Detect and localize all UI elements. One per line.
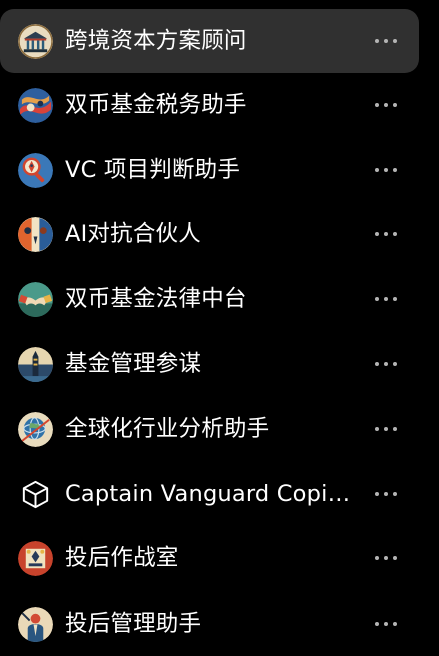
war-room-avatar-icon bbox=[18, 540, 53, 576]
more-options-icon[interactable] bbox=[374, 482, 398, 506]
list-item-label: 基金管理参谋 bbox=[65, 351, 202, 377]
list-item-dual-currency-legal[interactable]: 双币基金法律中台 bbox=[0, 267, 419, 331]
more-options-icon[interactable] bbox=[374, 93, 398, 117]
list-item-label: 跨境资本方案顾问 bbox=[65, 28, 247, 54]
figure-avatar-icon bbox=[18, 606, 53, 642]
more-options-icon[interactable] bbox=[374, 29, 398, 53]
more-options-icon[interactable] bbox=[374, 222, 398, 246]
list-item-label: AI对抗合伙人 bbox=[65, 221, 201, 247]
bank-building-avatar-icon bbox=[18, 23, 53, 59]
list-item-label: 双币基金法律中台 bbox=[65, 286, 247, 312]
more-options-icon[interactable] bbox=[374, 352, 398, 376]
list-item-vc-judgment[interactable]: VC 项目判断助手 bbox=[0, 138, 419, 202]
more-options-icon[interactable] bbox=[374, 417, 398, 441]
two-figures-avatar-icon bbox=[18, 216, 53, 252]
rocket-magnifier-avatar-icon bbox=[18, 152, 53, 188]
list-item-label: 投后作战室 bbox=[65, 545, 179, 571]
list-item-label: 全球化行业分析助手 bbox=[65, 416, 270, 442]
list-item-cross-border-capital[interactable]: 跨境资本方案顾问 bbox=[0, 9, 419, 73]
list-item-global-industry-analysis[interactable]: 全球化行业分析助手 bbox=[0, 397, 419, 461]
list-item-post-investment-war-room[interactable]: 投后作战室 bbox=[0, 526, 419, 590]
list-item-label: VC 项目判断助手 bbox=[65, 157, 241, 183]
more-options-icon[interactable] bbox=[374, 546, 398, 570]
list-item-label: Captain Vanguard Copilot bbox=[65, 481, 355, 507]
handshake-avatar-icon bbox=[18, 281, 53, 317]
gpt-list: 跨境资本方案顾问 双币基金税务助手 VC 项目判断助手 AI对抗合伙人 双币基金… bbox=[0, 0, 439, 656]
list-item-label: 双币基金税务助手 bbox=[65, 92, 247, 118]
list-item-fund-management-advisor[interactable]: 基金管理参谋 bbox=[0, 332, 419, 396]
more-options-icon[interactable] bbox=[374, 287, 398, 311]
more-options-icon[interactable] bbox=[374, 612, 398, 636]
cube-icon bbox=[18, 477, 53, 512]
list-item-dual-currency-tax[interactable]: 双币基金税务助手 bbox=[0, 73, 419, 137]
list-item-ai-adversarial-partner[interactable]: AI对抗合伙人 bbox=[0, 202, 419, 266]
globe-avatar-icon bbox=[18, 411, 53, 447]
list-item-label: 投后管理助手 bbox=[65, 611, 202, 637]
list-item-captain-vanguard-copilot[interactable]: Captain Vanguard Copilot bbox=[0, 462, 419, 526]
list-item-post-investment-management[interactable]: 投后管理助手 bbox=[0, 592, 419, 656]
tower-avatar-icon bbox=[18, 346, 53, 382]
more-options-icon[interactable] bbox=[374, 158, 398, 182]
abstract-currency-avatar-icon bbox=[18, 87, 53, 123]
